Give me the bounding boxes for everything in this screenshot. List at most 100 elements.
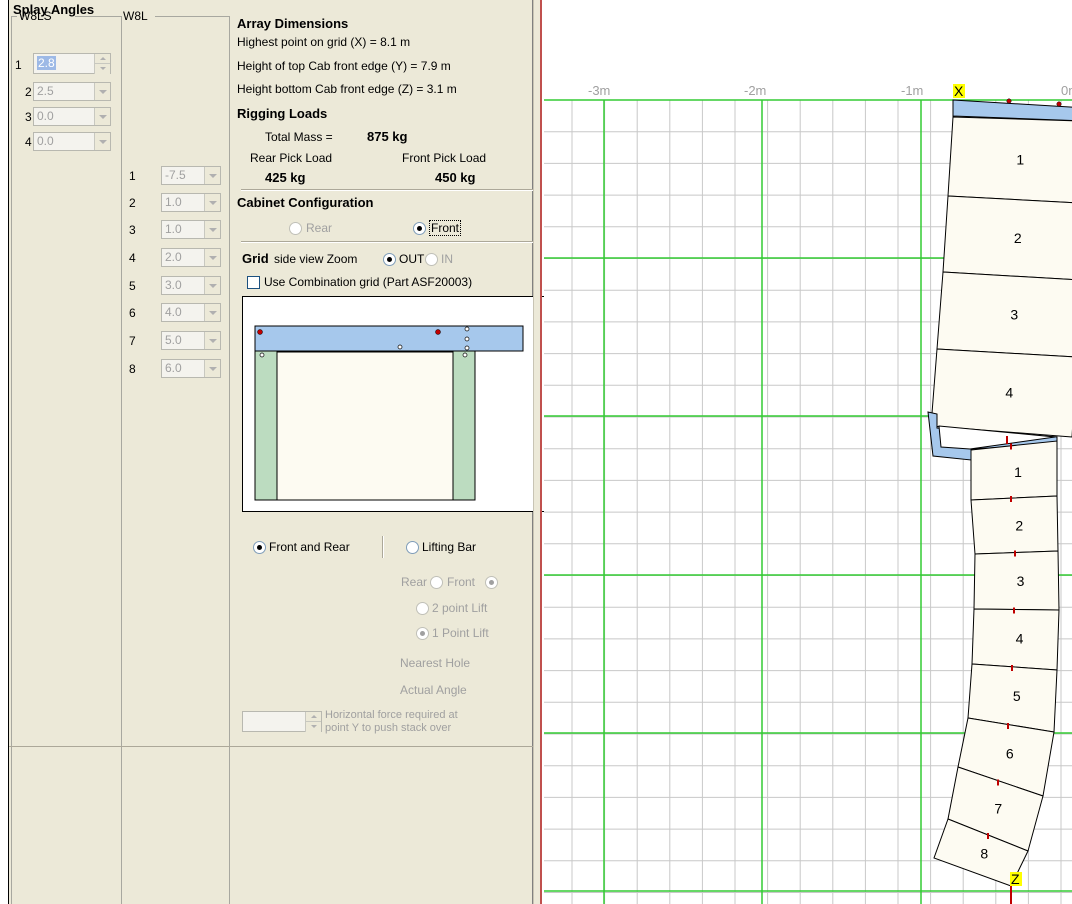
spinner-down-button[interactable] [94,64,110,74]
preview-rear-post [254,349,278,501]
combination-grid-label: Use Combination grid (Part ASF20003) [264,275,473,289]
w8l-splay-value: 6.0 [165,361,182,375]
chevron-down-icon[interactable] [204,360,220,377]
preview-pick-rear [257,329,263,335]
chevron-down-icon[interactable] [204,304,220,321]
w8l-splay-value: 5.0 [165,333,182,347]
cabinet-front-radio[interactable] [413,222,426,235]
preview-hole [464,336,470,342]
splay-frame-top-c [155,16,229,17]
lifting-bar-radio[interactable] [406,541,419,554]
w8l-label: W8L [123,9,148,23]
zoom-out-label: OUT [399,252,425,266]
chevron-down-icon[interactable] [204,167,220,184]
w8l-splay-dropdown[interactable]: 2.0 [161,248,221,267]
w8l-splay-value: 4.0 [165,305,182,319]
chevron-down-icon[interactable] [204,249,220,266]
horizontal-force-spinner[interactable] [242,711,322,732]
cabinet-rear-radio[interactable] [289,222,302,235]
axis-tick-label: -3m [588,83,610,98]
w8ls-cabinet [930,348,1072,438]
side-view[interactable]: -3m-2m-1m0m123412345678XYZ [544,0,1072,904]
w8ls-label: W8LS [19,9,52,23]
pick-point [1056,101,1062,107]
chevron-down-icon[interactable] [94,108,110,125]
lift-rear-label: Rear [401,575,428,589]
spinner-up-button[interactable] [94,54,110,64]
splay-index-label: 5 [129,279,136,293]
zoom-in-radio[interactable] [425,253,438,266]
cabinet-rear-label: Rear [306,221,333,235]
splay-index-label: 2 [129,196,136,210]
one-point-lift-radio[interactable] [416,627,429,640]
front-and-rear-radio[interactable] [253,541,266,554]
horizontal-force-label-2: point Y to push stack over [325,722,452,734]
cabinet-config-title: Cabinet Configuration [237,195,374,210]
spinner-down-button[interactable] [305,722,321,732]
preview-flybar [254,325,524,352]
splay-index-label: 1 [15,58,22,72]
cabinet-front-label: Front [429,220,462,236]
separator [241,189,541,191]
chevron-down-icon[interactable] [204,221,220,238]
chevron-down-icon[interactable] [94,133,110,150]
w8ls-cabinet-number: 1 [1016,151,1024,167]
preview-hole [397,344,403,350]
w8ls-splay-dropdown[interactable]: 0.0 [33,107,111,126]
horizontal-force-label-1: Horizontal force required at [325,709,458,721]
front-pick-label: Front Pick Load [402,151,487,165]
chevron-down-icon[interactable] [94,83,110,100]
preview-hole [464,345,470,351]
w8l-splay-dropdown[interactable]: 6.0 [161,359,221,378]
w8l-splay-dropdown[interactable]: -7.5 [161,166,221,185]
highest-point-text: Highest point on grid (X) = 8.1 m [237,35,411,49]
w8l-splay-dropdown[interactable]: 5.0 [161,331,221,350]
total-mass-label: Total Mass = [265,130,333,144]
w8l-splay-dropdown[interactable]: 3.0 [161,276,221,295]
separator [382,536,384,558]
w8ls-cabinet-number: 2 [1014,230,1022,246]
spinner-up-button[interactable] [305,712,321,722]
w8l-splay-dropdown[interactable]: 1.0 [161,193,221,212]
w8ls-splay-dropdown[interactable]: 0.0 [33,132,111,151]
combination-grid-checkbox[interactable] [247,276,260,289]
splay-frame-left [11,16,12,904]
zoom-out-radio[interactable] [383,253,396,266]
two-point-lift-radio[interactable] [416,602,429,615]
w8ls-splay-value: 2.5 [37,84,54,98]
zoom-label: side view Zoom [274,252,358,266]
splay-index-label: 4 [25,135,32,149]
axis-tick-label: -2m [744,83,766,98]
w8ls-splay-dropdown[interactable]: 2.5 [33,82,111,101]
w8l-cabinet-number: 7 [994,800,1002,816]
lifting-bar-label: Lifting Bar [422,540,477,554]
w8ls-splay-spinner[interactable]: 2.8 [33,53,111,74]
chevron-down-icon[interactable] [204,194,220,211]
grid-title: Grid [242,251,269,266]
pick-point [1006,98,1012,104]
w8l-splay-value: 1.0 [165,195,182,209]
w8l-cabinet-number: 8 [980,846,988,862]
marker-z: Z [1011,871,1020,887]
lift-rear-radio[interactable] [430,576,443,589]
w8l-splay-value: 2.0 [165,250,182,264]
rear-pick-label: Rear Pick Load [250,151,333,165]
w8l-cabinet-number: 4 [1016,630,1024,646]
w8l-splay-dropdown[interactable]: 1.0 [161,220,221,239]
splay-frame-mid [121,16,122,904]
chevron-down-icon[interactable] [204,277,220,294]
splay-index-label: 3 [129,223,136,237]
splay-frame-right [229,16,230,904]
w8ls-cabinet-number: 3 [1010,307,1018,323]
panel-splitter[interactable] [533,0,542,904]
chevron-down-icon[interactable] [204,332,220,349]
w8l-splay-dropdown[interactable]: 4.0 [161,303,221,322]
axis-tick-label: 0m [1061,83,1072,98]
lift-front-radio[interactable] [485,576,498,589]
w8ls-splay-value: 2.8 [37,56,56,70]
marker-x: X [954,83,964,99]
total-mass-value: 875 kg [367,129,408,144]
bottom-cab-height-text: Height bottom Cab front edge (Z) = 3.1 m [237,82,457,96]
w8ls-cabinet [942,195,1072,281]
splay-index-label: 2 [25,85,32,99]
